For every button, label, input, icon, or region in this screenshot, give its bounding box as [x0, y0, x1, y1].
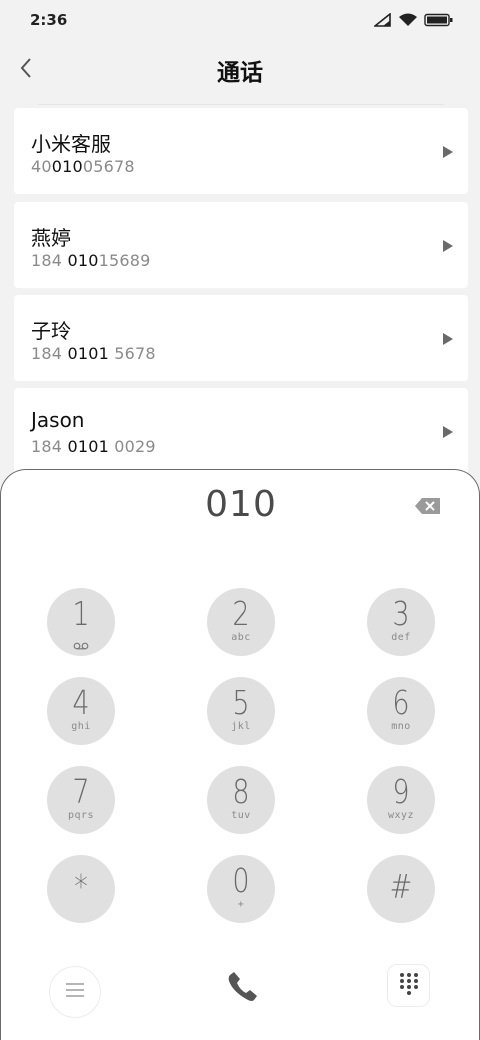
voicemail-icon — [73, 635, 89, 654]
chevron-left-icon — [19, 57, 33, 83]
key-1[interactable]: 1 — [47, 588, 115, 656]
back-button[interactable] — [8, 52, 44, 88]
contact-name: 燕婷 — [31, 226, 71, 250]
contact-number: 4001005678 — [31, 157, 135, 176]
signal-icon — [374, 13, 392, 27]
page-title: 通话 — [217, 60, 263, 86]
contact-row[interactable]: 燕婷 184 01015689 — [14, 202, 468, 288]
keypad-toggle-button[interactable] — [387, 964, 430, 1007]
play-arrow-icon[interactable] — [442, 331, 454, 350]
key-7[interactable]: 7 pqrs — [47, 766, 115, 834]
contact-number: 184 0101 0029 — [31, 437, 156, 456]
contact-name: 子玲 — [31, 319, 71, 343]
key-8[interactable]: 8 tuv — [207, 766, 275, 834]
battery-icon — [424, 13, 454, 27]
phone-icon — [224, 969, 260, 1009]
dial-input[interactable]: 010 — [1, 484, 480, 525]
key-hash[interactable]: # — [367, 855, 435, 923]
status-time: 2:36 — [30, 11, 68, 29]
contact-row[interactable]: 小米客服 4001005678 — [14, 108, 468, 194]
key-3[interactable]: 3 def — [367, 588, 435, 656]
call-button[interactable] — [221, 968, 263, 1010]
key-5[interactable]: 5 jkl — [207, 677, 275, 745]
menu-button[interactable] — [49, 966, 101, 1018]
backspace-button[interactable] — [413, 494, 443, 518]
play-arrow-icon[interactable] — [442, 424, 454, 443]
wifi-icon — [398, 13, 418, 27]
key-6[interactable]: 6 mno — [367, 677, 435, 745]
dialer-panel: 010 1 2 abc 3 def 4 ghi 5 jkl 6 mno 7 pq… — [0, 469, 480, 1040]
contact-name: 小米客服 — [31, 132, 111, 156]
contact-number: 184 01015689 — [31, 251, 151, 270]
contact-number: 184 0101 5678 — [31, 344, 156, 363]
header: 通话 — [0, 44, 480, 96]
status-bar: 2:36 — [0, 0, 480, 40]
list-divider — [38, 104, 444, 105]
dialpad-icon — [399, 972, 419, 1000]
key-star[interactable]: * — [47, 855, 115, 923]
key-2[interactable]: 2 abc — [207, 588, 275, 656]
key-0[interactable]: 0 + — [207, 855, 275, 923]
play-arrow-icon[interactable] — [442, 238, 454, 257]
menu-icon — [65, 982, 85, 1002]
play-arrow-icon[interactable] — [442, 144, 454, 163]
key-9[interactable]: 9 wxyz — [367, 766, 435, 834]
backspace-icon — [413, 498, 443, 522]
contact-name: Jason — [31, 408, 85, 432]
contact-row[interactable]: Jason 184 0101 0029 — [14, 388, 468, 474]
contact-row[interactable]: 子玲 184 0101 5678 — [14, 295, 468, 381]
key-4[interactable]: 4 ghi — [47, 677, 115, 745]
status-icons — [374, 13, 454, 27]
